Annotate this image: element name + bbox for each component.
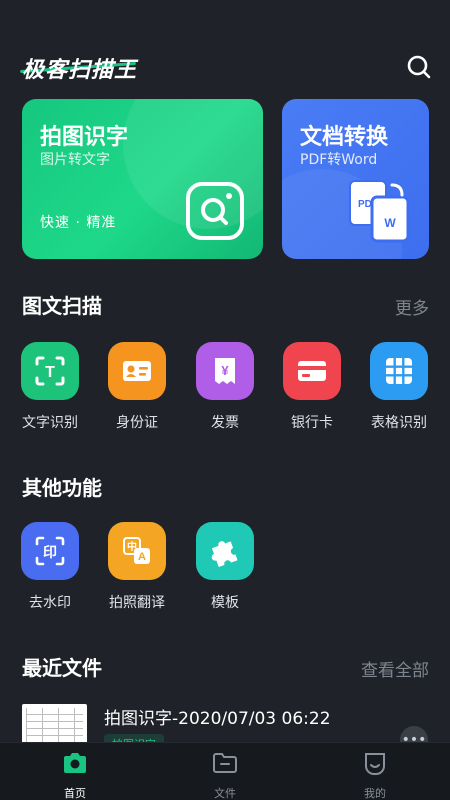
scan-section-title: 图文扫描: [22, 294, 102, 318]
scan-item-label: 文字识别: [22, 415, 78, 431]
tab-label: 我的: [364, 787, 386, 800]
other-section-title: 其他功能: [22, 476, 102, 500]
seal-glyph: 印: [43, 544, 57, 561]
scan-item-text-recognition[interactable]: T 文字识别: [10, 342, 90, 432]
scan-item-invoice[interactable]: ¥ 发票: [185, 342, 265, 432]
convert-card-title: 文档转换: [300, 125, 389, 150]
text-glyph: T: [45, 364, 55, 381]
scan-item-label: 银行卡: [291, 415, 333, 431]
id-card-icon: [108, 342, 166, 400]
scan-item-label: 发票: [211, 415, 239, 431]
other-item-watermark[interactable]: 印 去水印: [10, 522, 90, 612]
file-name: 拍图识字-2020/07/03 06:22: [104, 709, 331, 729]
scan-item-label: 表格识别: [371, 415, 427, 431]
ocr-card-subtitle: 图片转文字: [40, 152, 110, 168]
puzzle-icon: [196, 522, 254, 580]
yen-glyph: ¥: [221, 363, 229, 378]
tab-files[interactable]: 文件: [185, 749, 265, 800]
scan-item-label: 身份证: [116, 415, 158, 431]
table-icon: [370, 342, 428, 400]
translate-icon: 中 A: [108, 522, 166, 580]
ocr-card-tagline: 快速 · 精准: [40, 215, 117, 231]
search-icon[interactable]: [405, 53, 433, 81]
ocr-card[interactable]: 拍图识字 图片转文字 快速 · 精准: [22, 99, 263, 259]
recent-section-title: 最近文件: [22, 656, 102, 680]
bank-card-icon: [283, 342, 341, 400]
scan-item-bank-card[interactable]: 银行卡: [272, 342, 352, 432]
scan-item-table[interactable]: 表格识别: [359, 342, 439, 432]
scan-item-id-card[interactable]: 身份证: [97, 342, 177, 432]
scan-camera-icon: [186, 182, 244, 240]
text-recognition-icon: T: [21, 342, 79, 400]
other-item-label: 模板: [211, 595, 239, 611]
bottom-tab-bar: 首页 文件 我的: [0, 742, 450, 800]
en-glyph: A: [138, 551, 146, 563]
other-item-label: 去水印: [29, 595, 71, 611]
tab-label: 文件: [214, 787, 236, 800]
profile-icon: [365, 753, 385, 775]
ocr-card-title: 拍图识字: [40, 125, 129, 150]
other-item-template[interactable]: 模板: [185, 522, 265, 612]
view-all-link[interactable]: 查看全部: [361, 656, 429, 681]
convert-card-subtitle: PDF转Word: [300, 152, 378, 168]
other-item-label: 拍照翻译: [109, 595, 165, 611]
tab-profile[interactable]: 我的: [335, 749, 415, 800]
invoice-icon: ¥: [196, 342, 254, 400]
pdf-to-word-icon: PDF W: [349, 180, 410, 243]
convert-card[interactable]: 文档转换 PDF转Word PDF W: [282, 99, 429, 259]
folder-icon: [213, 753, 237, 773]
watermark-icon: 印: [21, 522, 79, 580]
tab-home[interactable]: 首页: [35, 749, 115, 800]
scan-more-link[interactable]: 更多: [395, 294, 429, 319]
app-header: 极客扫描王: [0, 0, 450, 90]
app-logo-title: 极客扫描王: [22, 58, 138, 83]
tab-label: 首页: [64, 787, 86, 800]
other-item-translate[interactable]: 中 A 拍照翻译: [97, 522, 177, 612]
word-label: W: [384, 216, 396, 230]
home-icon: [64, 753, 86, 773]
